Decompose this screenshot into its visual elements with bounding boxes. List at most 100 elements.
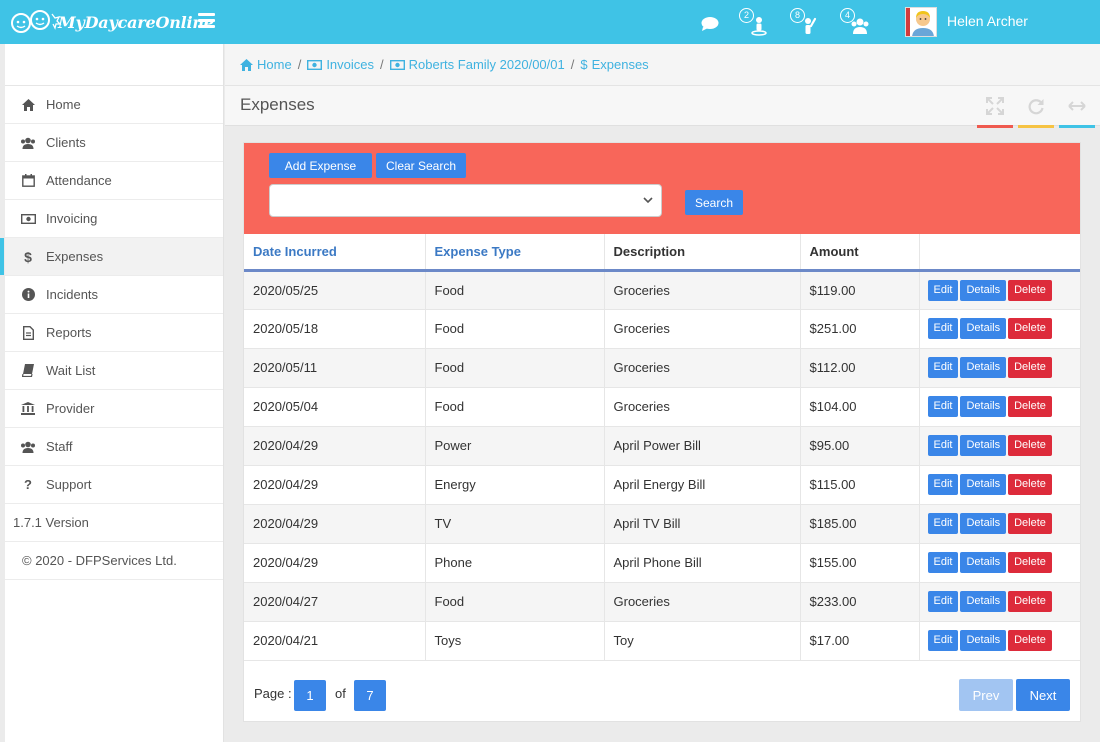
breadcrumb-home[interactable]: Home <box>240 57 292 72</box>
details-button[interactable]: Details <box>960 396 1007 417</box>
table-row: 2020/04/29 Phone April Phone Bill $155.00 Ed… <box>244 543 1080 583</box>
edit-button[interactable]: Edit <box>927 279 959 301</box>
delete-button[interactable]: Delete <box>1008 591 1052 612</box>
calendar-icon <box>19 174 37 188</box>
delete-button[interactable]: Delete <box>1008 318 1052 339</box>
cell-actions: Edit Details Delete <box>919 309 1080 349</box>
details-button[interactable]: Details <box>960 435 1007 456</box>
sidebar-item-reports[interactable]: Reports <box>5 314 223 352</box>
edit-button[interactable]: Edit <box>927 435 959 456</box>
edit-button[interactable]: Edit <box>927 396 959 417</box>
sidebar-item-expenses[interactable]: $ Expenses <box>0 238 223 276</box>
sidebar-item-staff[interactable]: Staff <box>5 428 223 466</box>
expense-type-select[interactable] <box>269 184 662 217</box>
sidebar-item-home[interactable]: Home <box>5 86 223 124</box>
cell-expense-type: Food <box>425 270 605 310</box>
sidebar-item-wait-list[interactable]: Wait List <box>5 352 223 390</box>
user-name[interactable]: Helen Archer <box>947 13 1028 29</box>
cell-date: 2020/04/29 <box>244 543 426 583</box>
expenses-table: Date Incurred Expense Type Description A… <box>244 234 1080 661</box>
delete-button[interactable]: Delete <box>1008 474 1052 495</box>
details-button[interactable]: Details <box>960 357 1007 378</box>
sidebar-item-incidents[interactable]: Incidents <box>5 276 223 314</box>
document-icon <box>19 325 37 340</box>
cell-date: 2020/05/18 <box>244 309 426 349</box>
collapse-button[interactable] <box>1059 86 1095 128</box>
delete-button[interactable]: Delete <box>1008 279 1052 301</box>
edit-button[interactable]: Edit <box>927 318 959 339</box>
chat-button[interactable] <box>700 16 720 44</box>
table-body: 2020/05/25 Food Groceries $119.00 Edit Detail… <box>244 270 1080 661</box>
cell-date: 2020/04/29 <box>244 504 426 544</box>
delete-button[interactable]: Delete <box>1008 435 1052 456</box>
menu-toggle-icon[interactable] <box>198 13 215 29</box>
users-notification-button[interactable]: 4 <box>840 8 870 36</box>
breadcrumb-separator: / <box>297 57 302 72</box>
avatar[interactable] <box>905 7 937 37</box>
table-row: 2020/04/29 Energy April Energy Bill $115.00… <box>244 465 1080 505</box>
details-button[interactable]: Details <box>960 474 1007 495</box>
edit-button[interactable]: Edit <box>927 591 959 612</box>
sidebar-item-label: Home <box>46 97 81 112</box>
table-row: 2020/04/27 Food Groceries $233.00 Edit Detail… <box>244 582 1080 622</box>
delete-button[interactable]: Delete <box>1008 396 1052 417</box>
sidebar-item-clients[interactable]: Clients <box>5 124 223 162</box>
details-button[interactable]: Details <box>960 630 1007 651</box>
sidebar-item-invoicing[interactable]: Invoicing <box>5 200 223 238</box>
staff-notification-button[interactable]: 8 <box>790 8 818 36</box>
delete-button[interactable]: Delete <box>1008 513 1052 534</box>
current-page-box[interactable]: 1 <box>294 680 326 711</box>
next-page-button[interactable]: Next <box>1016 679 1070 711</box>
edit-button[interactable]: Edit <box>927 630 959 651</box>
delete-button[interactable]: Delete <box>1008 357 1052 378</box>
add-expense-button[interactable]: Add Expense <box>269 153 372 178</box>
page-label: Page : <box>254 686 292 701</box>
cell-description: Toy <box>604 621 801 661</box>
details-button[interactable]: Details <box>960 318 1007 339</box>
collapse-accent-bar <box>1059 125 1095 128</box>
edit-button[interactable]: Edit <box>927 474 959 495</box>
child-notification-button[interactable]: 2 <box>739 8 767 36</box>
cell-amount: $17.00 <box>800 621 920 661</box>
copyright-label: © 2020 - DFPServices Ltd. <box>5 542 223 580</box>
chevron-down-icon <box>643 197 653 204</box>
expand-icon <box>986 97 1004 115</box>
details-button[interactable]: Details <box>960 591 1007 612</box>
sidebar-item-support[interactable]: ? Support <box>5 466 223 504</box>
cell-expense-type: Food <box>425 387 605 427</box>
fullscreen-button[interactable] <box>977 86 1013 128</box>
search-button[interactable]: Search <box>685 190 743 215</box>
delete-button[interactable]: Delete <box>1008 552 1052 573</box>
edit-button[interactable]: Edit <box>927 513 959 534</box>
breadcrumb-expenses[interactable]: $ Expenses <box>580 57 648 72</box>
cell-date: 2020/04/29 <box>244 426 426 466</box>
cell-amount: $251.00 <box>800 309 920 349</box>
logo-babies-icon <box>11 10 62 33</box>
edit-button[interactable]: Edit <box>927 552 959 573</box>
cell-description: April Energy Bill <box>604 465 801 505</box>
sidebar-item-label: Invoicing <box>46 211 98 226</box>
table-row: 2020/05/04 Food Groceries $104.00 Edit Detail… <box>244 387 1080 427</box>
breadcrumb-invoices[interactable]: Invoices <box>307 57 374 72</box>
prev-page-button[interactable]: Prev <box>959 679 1013 711</box>
refresh-button[interactable] <box>1018 86 1054 128</box>
logo[interactable]: MyDaycareOnline <box>10 8 214 36</box>
refresh-icon <box>1028 99 1044 115</box>
clear-search-button[interactable]: Clear Search <box>376 153 466 178</box>
details-button[interactable]: Details <box>960 279 1007 301</box>
edit-button[interactable]: Edit <box>927 357 959 378</box>
column-expense-type[interactable]: Expense Type <box>425 234 605 272</box>
details-button[interactable]: Details <box>960 513 1007 534</box>
table-row: 2020/05/25 Food Groceries $119.00 Edit Detail… <box>244 270 1080 310</box>
breadcrumb-label: Roberts Family 2020/00/01 <box>408 57 565 72</box>
cell-description: April Phone Bill <box>604 543 801 583</box>
of-label: of <box>335 686 346 701</box>
cell-expense-type: Food <box>425 348 605 388</box>
details-button[interactable]: Details <box>960 552 1007 573</box>
delete-button[interactable]: Delete <box>1008 630 1052 651</box>
sidebar-item-provider[interactable]: Provider <box>5 390 223 428</box>
column-date-incurred[interactable]: Date Incurred <box>244 234 426 272</box>
sidebar-item-attendance[interactable]: Attendance <box>5 162 223 200</box>
breadcrumb-family-invoice[interactable]: Roberts Family 2020/00/01 <box>389 57 565 72</box>
user-avatar-icon <box>906 8 934 36</box>
